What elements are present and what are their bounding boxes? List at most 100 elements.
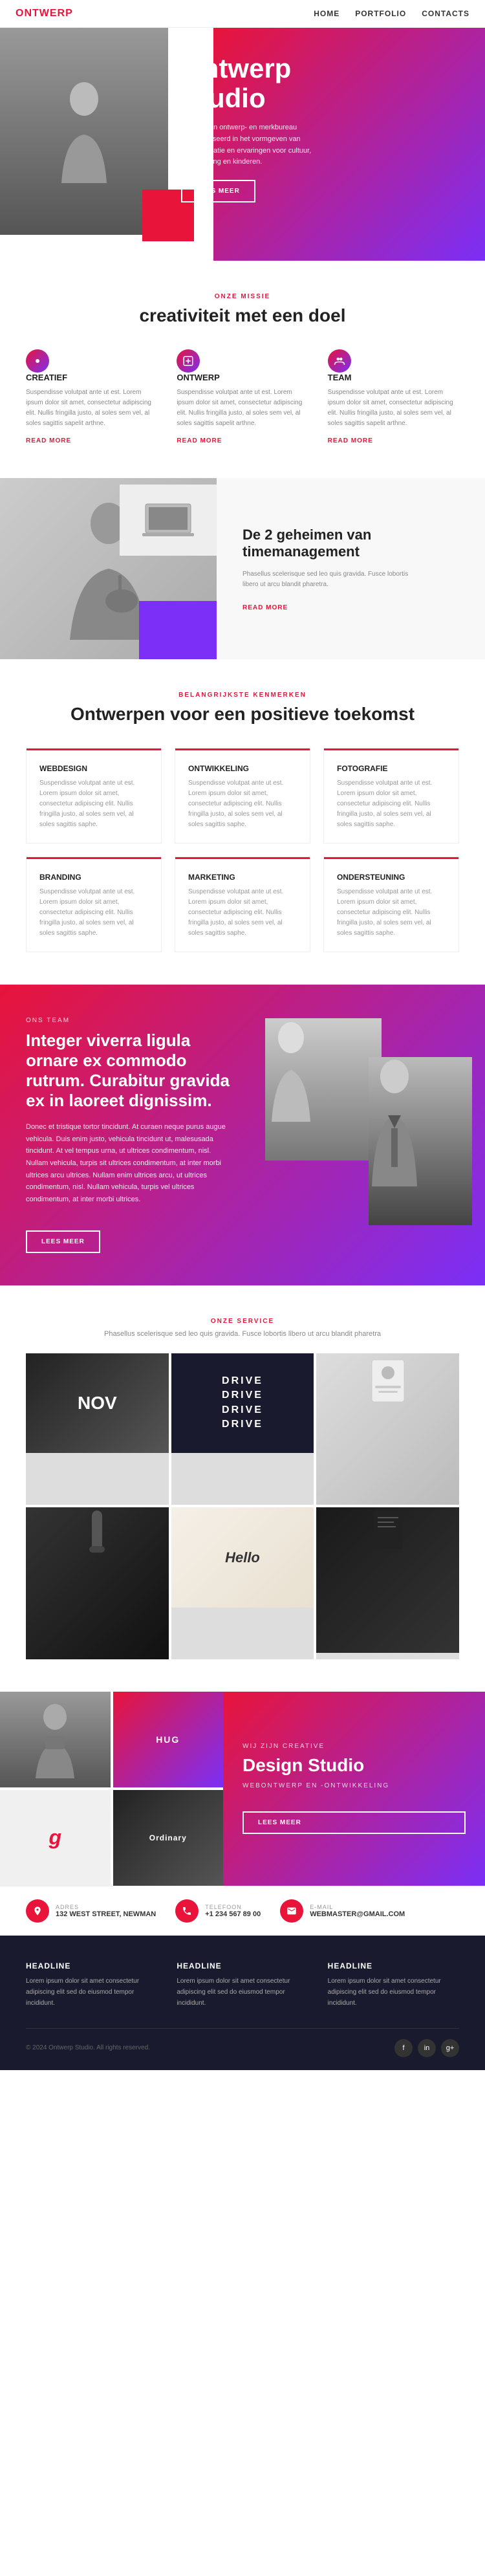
hero-title: Ontwerp Studio — [181, 54, 323, 113]
mission-col-2-link[interactable]: READ MORE — [177, 437, 222, 444]
feature-title-1: WEBDESIGN — [39, 764, 148, 773]
service-image-notebook — [316, 1507, 459, 1652]
mission-col-3-link[interactable]: READ MORE — [328, 437, 373, 444]
creative-photo-2: HUG — [113, 1692, 224, 1787]
mission-title: creativiteit met een doel — [26, 305, 459, 326]
features-label: BELANGRIJKSTE KENMERKEN — [26, 692, 459, 699]
social-facebook[interactable]: f — [394, 2039, 413, 2057]
features-section: BELANGRIJKSTE KENMERKEN Ontwerpen voor e… — [0, 659, 485, 985]
mission-columns: CREATIEF Suspendisse volutpat ante ut es… — [26, 349, 459, 446]
footer-title-1: HEADLINE — [26, 1961, 157, 1970]
features-grid: WEBDESIGN Suspendisse volutpat ante ut e… — [26, 748, 459, 952]
mission-col-1: CREATIEF Suspendisse volutpat ante ut es… — [26, 349, 157, 446]
feature-branding: BRANDING Suspendisse volutpat ante ut es… — [26, 857, 162, 952]
creative-photo-3: g — [0, 1790, 111, 1886]
team-label: Ons team — [26, 1017, 233, 1024]
footer-title-3: HEADLINE — [328, 1961, 459, 1970]
split-left — [0, 478, 217, 659]
ontwerp-icon — [177, 349, 200, 373]
team-icon — [328, 349, 351, 373]
feature-accent-1 — [27, 748, 161, 750]
service-image-nov: NOV — [26, 1353, 169, 1453]
creative-photo-grid: HUG g Ordinary — [0, 1692, 223, 1886]
team-cta-button[interactable]: LEES MEER — [26, 1230, 100, 1253]
contact-phone: TELEFOON +1 234 567 89 00 — [175, 1899, 261, 1923]
contact-phone-text: TELEFOON +1 234 567 89 00 — [205, 1904, 261, 1918]
feature-webdesign: WEBDESIGN Suspendisse volutpat ante ut e… — [26, 748, 162, 844]
footer-text-1: Lorem ipsum dolor sit amet consectetur a… — [26, 1976, 157, 2009]
mission-col-3: TEAM Suspendisse volutpat ante ut est. L… — [328, 349, 459, 446]
service-image-id — [316, 1353, 459, 1505]
mission-col-3-text: Suspendisse volutpat ante ut est. Lorem … — [328, 387, 459, 429]
footer-text-3: Lorem ipsum dolor sit amet consectetur a… — [328, 1976, 459, 2009]
services-subtitle: Phasellus scelerisque sed leo quis gravi… — [26, 1330, 459, 1338]
feature-title-3: FOTOGRAFIE — [337, 764, 446, 773]
service-tile-drive: DRIVEDRIVEDRIVEDRIVE — [171, 1353, 314, 1505]
phone-icon — [175, 1899, 199, 1923]
creative-tagline: WEBONTWERP EN -ONTWIKKELING — [242, 1782, 466, 1789]
social-google[interactable]: g+ — [441, 2039, 459, 2057]
split-title: De 2 geheimen van timemanagement — [242, 527, 459, 560]
nav-contacts[interactable]: CONTACTS — [422, 9, 469, 18]
navbar: ONTWERP HOME PORTFOLIO CONTACTS — [0, 0, 485, 28]
mission-col-1-title: CREATIEF — [26, 373, 157, 382]
services-grid: NOV DRIVEDRIVEDRIVEDRIVE — [26, 1353, 459, 1659]
feature-text-5: Suspendisse volutpat ante ut est. Lorem … — [188, 887, 297, 939]
nav-links: HOME PORTFOLIO CONTACTS — [314, 9, 469, 18]
service-tile-dark — [26, 1507, 169, 1659]
feature-accent-5 — [175, 857, 310, 859]
hero-content: Ontwerp Studio Wij zijn een ontwerp- en … — [181, 54, 323, 202]
mission-label: ONZE MISSIE — [26, 293, 459, 300]
feature-fotografie: FOTOGRAFIE Suspendisse volutpat ante ut … — [323, 748, 459, 844]
mission-col-2-title: ONTWERP — [177, 373, 308, 382]
email-icon — [280, 1899, 303, 1923]
split-right: De 2 geheimen van timemanagement Phasell… — [217, 478, 485, 659]
team-photo-woman — [265, 1018, 382, 1161]
split-link[interactable]: READ MORE — [242, 604, 459, 611]
feature-text-3: Suspendisse volutpat ante ut est. Lorem … — [337, 778, 446, 830]
service-image-hello: Hello — [171, 1507, 314, 1607]
nav-logo[interactable]: ONTWERP — [16, 8, 73, 19]
split-text: Phasellus scelerisque sed leo quis gravi… — [242, 569, 424, 590]
service-image-drive: DRIVEDRIVEDRIVEDRIVE — [171, 1353, 314, 1453]
contact-email: E-MAIL WEBMASTER@GMAIL.COM — [280, 1899, 405, 1923]
location-icon — [26, 1899, 49, 1923]
feature-marketing: MARKETING Suspendisse volutpat ante ut e… — [175, 857, 310, 952]
mission-col-2: ONTWERP Suspendisse volutpat ante ut est… — [177, 349, 308, 446]
creative-photo-4: Ordinary — [113, 1790, 224, 1886]
contact-address: ADRES 132 WEST STREET, NEWMAN — [26, 1899, 156, 1923]
social-linkedin[interactable]: in — [418, 2039, 436, 2057]
feature-accent-2 — [175, 748, 310, 750]
team-photo-man — [369, 1057, 472, 1225]
creative-subtitle: Wij zijn Creative — [242, 1743, 466, 1750]
nav-home[interactable]: HOME — [314, 9, 339, 18]
mission-section: ONZE MISSIE creativiteit met een doel CR… — [0, 261, 485, 478]
hero-description: Wij zijn een ontwerp- en merkbureau gesp… — [181, 122, 323, 168]
split-overlay-rect — [139, 601, 217, 659]
footer-text-2: Lorem ipsum dolor sit amet consectetur a… — [177, 1976, 308, 2009]
team-text: Donec et tristique tortor tincidunt. At … — [26, 1121, 233, 1206]
services-section: Onze service Phasellus scelerisque sed l… — [0, 1285, 485, 1692]
split-laptop-image — [120, 485, 217, 556]
team-section: Ons team Integer viverra ligula ornare e… — [0, 985, 485, 1285]
contact-email-text: E-MAIL WEBMASTER@GMAIL.COM — [310, 1904, 405, 1918]
creative-title: Design Studio — [242, 1755, 466, 1776]
mission-col-3-title: TEAM — [328, 373, 459, 382]
feature-title-6: ONDERSTEUNING — [337, 873, 446, 882]
hero-cta-button[interactable]: LEES MEER — [181, 180, 255, 202]
creatief-icon — [26, 349, 49, 373]
footer-bottom: © 2024 Ontwerp Studio. All rights reserv… — [26, 2028, 459, 2057]
footer-col-1: HEADLINE Lorem ipsum dolor sit amet cons… — [26, 1961, 157, 2009]
nav-portfolio[interactable]: PORTFOLIO — [355, 9, 406, 18]
creative-cta-button[interactable]: LEES MEER — [242, 1811, 466, 1834]
feature-ondersteuning: ONDERSTEUNING Suspendisse volutpat ante … — [323, 857, 459, 952]
feature-text-4: Suspendisse volutpat ante ut est. Lorem … — [39, 887, 148, 939]
creative-content: Wij zijn Creative Design Studio WEBONTWE… — [223, 1692, 485, 1886]
contact-bar: ADRES 132 WEST STREET, NEWMAN TELEFOON +… — [0, 1886, 485, 1936]
footer-col-3: HEADLINE Lorem ipsum dolor sit amet cons… — [328, 1961, 459, 2009]
footer-grid: HEADLINE Lorem ipsum dolor sit amet cons… — [26, 1961, 459, 2009]
mission-col-1-link[interactable]: READ MORE — [26, 437, 71, 444]
feature-accent-3 — [324, 748, 458, 750]
feature-text-2: Suspendisse volutpat ante ut est. Lorem … — [188, 778, 297, 830]
contact-address-text: ADRES 132 WEST STREET, NEWMAN — [56, 1904, 156, 1918]
